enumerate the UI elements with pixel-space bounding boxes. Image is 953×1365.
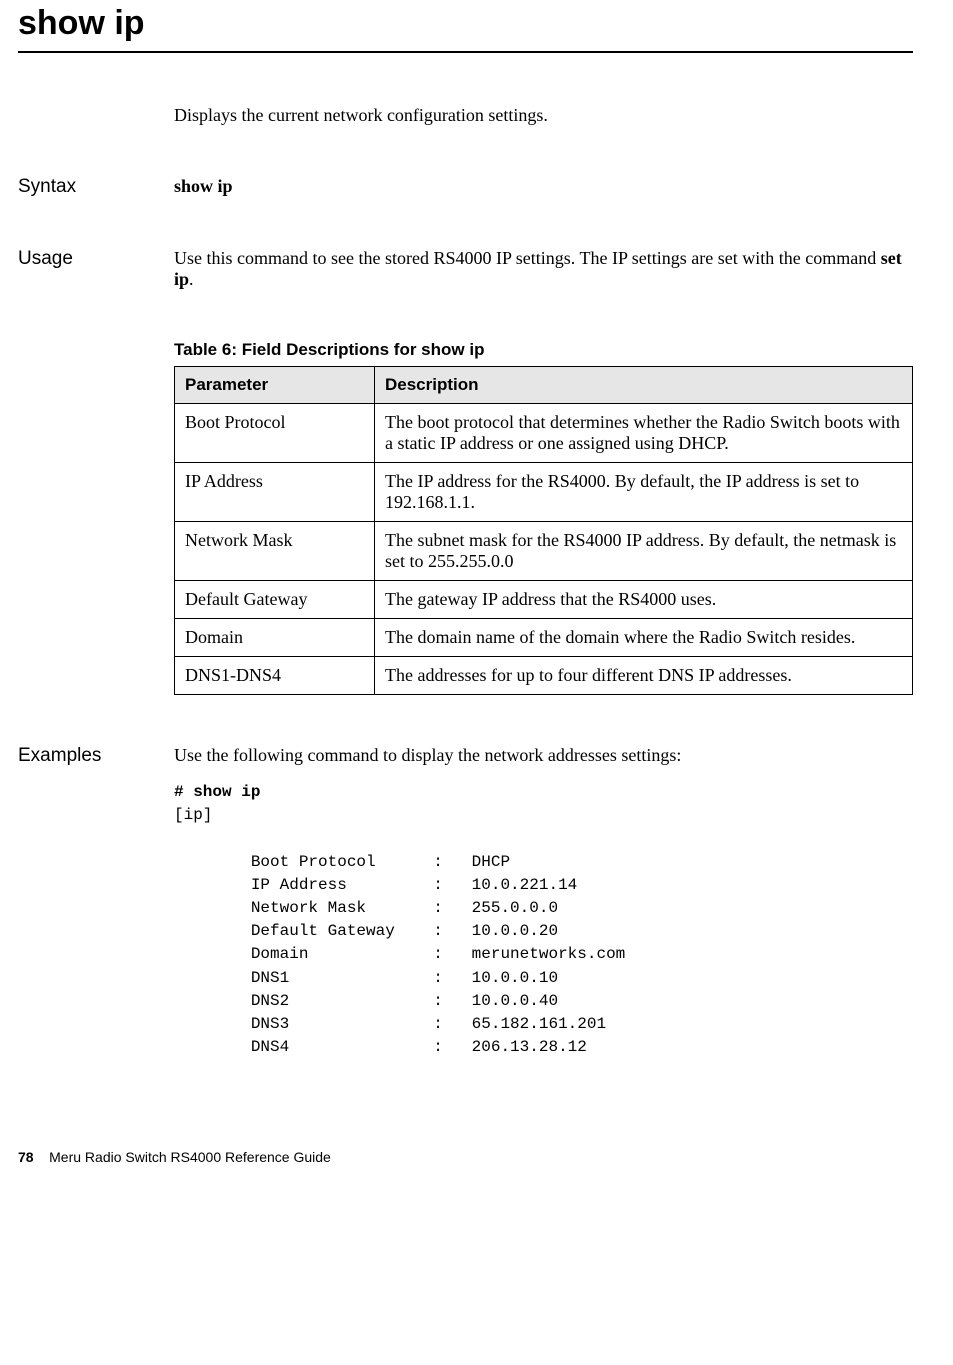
desc-cell: The domain name of the domain where the …: [375, 619, 913, 657]
intro-text: Displays the current network configurati…: [18, 105, 913, 126]
syntax-command: show ip: [174, 176, 233, 196]
book-title: Meru Radio Switch RS4000 Reference Guide: [49, 1149, 331, 1165]
syntax-section: Syntax show ip: [18, 176, 913, 198]
examples-label: Examples: [18, 745, 174, 767]
field-description-table: Parameter Description Boot Protocol The …: [174, 366, 913, 695]
usage-body: Use this command to see the stored RS400…: [174, 248, 913, 290]
param-cell: Default Gateway: [175, 581, 375, 619]
page-footer: 78 Meru Radio Switch RS4000 Reference Gu…: [0, 1059, 953, 1181]
table-caption: Table 6: Field Descriptions for show ip: [174, 340, 913, 360]
param-cell: Domain: [175, 619, 375, 657]
examples-intro: Use the following command to display the…: [174, 745, 913, 767]
table-row: IP Address The IP address for the RS4000…: [175, 463, 913, 522]
table-header-parameter: Parameter: [175, 367, 375, 404]
param-cell: Network Mask: [175, 522, 375, 581]
usage-text-after: .: [189, 269, 194, 289]
table-row: DNS1-DNS4 The addresses for up to four d…: [175, 657, 913, 695]
example-output: [ip] Boot Protocol : DHCP IP Address : 1…: [174, 804, 913, 1059]
usage-section: Usage Use this command to see the stored…: [18, 248, 913, 290]
syntax-label: Syntax: [18, 176, 174, 198]
param-cell: DNS1-DNS4: [175, 657, 375, 695]
table-header-description: Description: [375, 367, 913, 404]
examples-section: Examples Use the following command to di…: [18, 745, 913, 767]
example-prompt: # show ip: [174, 783, 260, 801]
table-row: Network Mask The subnet mask for the RS4…: [175, 522, 913, 581]
desc-cell: The subnet mask for the RS4000 IP addres…: [375, 522, 913, 581]
table-row: Default Gateway The gateway IP address t…: [175, 581, 913, 619]
desc-cell: The IP address for the RS4000. By defaul…: [375, 463, 913, 522]
param-cell: Boot Protocol: [175, 404, 375, 463]
param-cell: IP Address: [175, 463, 375, 522]
usage-label: Usage: [18, 248, 174, 290]
page-number: 78: [18, 1149, 34, 1165]
table-row: Domain The domain name of the domain whe…: [175, 619, 913, 657]
usage-text-before: Use this command to see the stored RS400…: [174, 248, 881, 268]
table-row: Boot Protocol The boot protocol that det…: [175, 404, 913, 463]
desc-cell: The addresses for up to four different D…: [375, 657, 913, 695]
page-title: show ip: [18, 0, 913, 43]
title-divider: [18, 51, 913, 53]
desc-cell: The boot protocol that determines whethe…: [375, 404, 913, 463]
desc-cell: The gateway IP address that the RS4000 u…: [375, 581, 913, 619]
